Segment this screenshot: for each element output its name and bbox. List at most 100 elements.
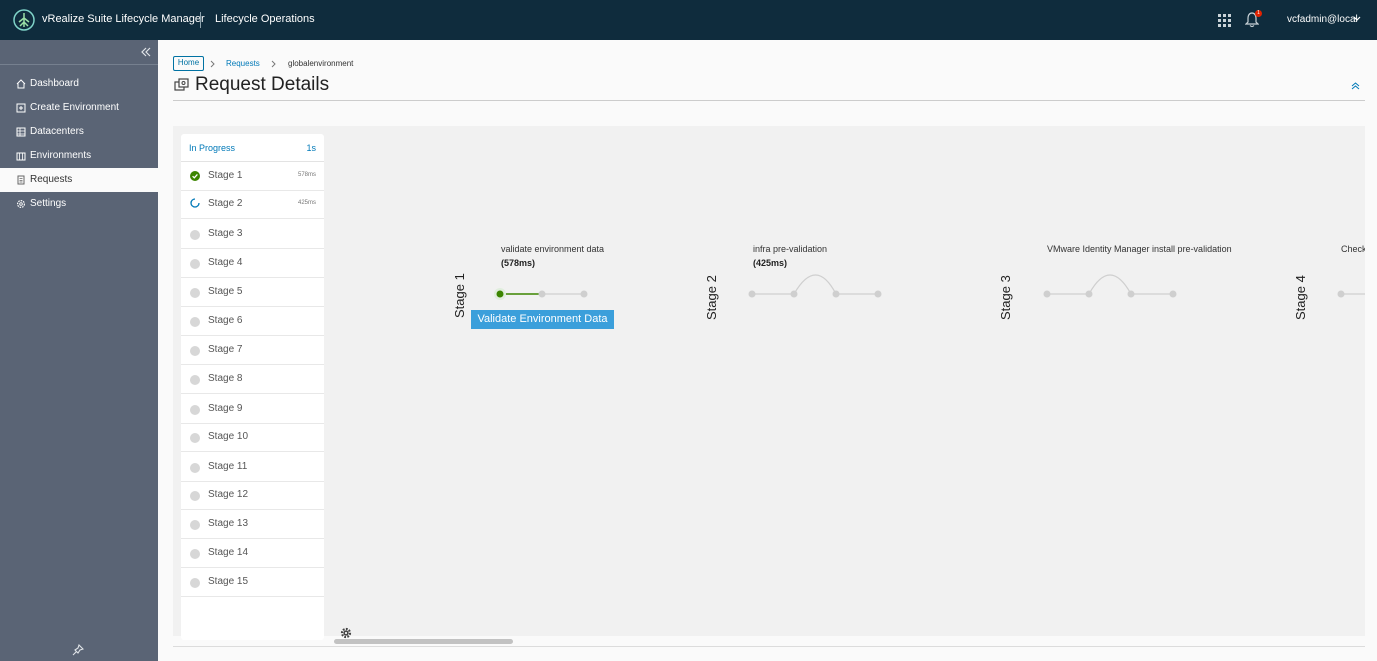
task-node[interactable] xyxy=(1337,290,1345,298)
chevron-right-icon xyxy=(210,60,215,68)
stage-list-header: In Progress 1s xyxy=(181,134,324,162)
gear-icon[interactable] xyxy=(340,627,352,639)
stage-name: Stage 10 xyxy=(208,431,249,442)
flow-connector xyxy=(793,274,837,295)
stage-name: Stage 13 xyxy=(208,518,249,529)
task-node[interactable] xyxy=(1169,290,1177,298)
sidebar-item-datacenters[interactable]: Datacenters xyxy=(0,120,158,144)
chevron-right-icon xyxy=(271,60,276,68)
horizontal-scrollbar[interactable] xyxy=(334,639,513,644)
pin-icon[interactable] xyxy=(72,644,84,656)
stage-name: Stage 11 xyxy=(208,461,248,472)
task-name: VMware Identity Manager install pre-vali… xyxy=(1047,244,1232,254)
stage-duration: 578ms xyxy=(297,172,316,178)
sidebar-item-label: Settings xyxy=(30,198,67,209)
pending-status-icon xyxy=(190,405,200,415)
stage-list-item[interactable]: Stage 13 xyxy=(181,510,324,539)
task-name: infra pre-validation xyxy=(753,244,828,254)
sidebar: Dashboard Create Environment Datacenters… xyxy=(0,40,158,661)
user-menu[interactable]: vcfadmin@local xyxy=(1287,14,1358,25)
pending-status-icon xyxy=(190,346,200,356)
task-duration: (578ms) xyxy=(501,258,536,268)
flow-stage-label: Stage 2 xyxy=(704,275,719,320)
stage-name: Stage 2 xyxy=(208,198,243,209)
stage-name: Stage 15 xyxy=(208,576,249,587)
sidebar-divider xyxy=(0,64,158,65)
task-node[interactable] xyxy=(580,290,588,298)
top-header: vRealize Suite Lifecycle Manager Lifecyc… xyxy=(0,0,1377,40)
stage-list-item[interactable]: Stage 3 xyxy=(181,220,324,249)
stage-list-item[interactable]: Stage 4 xyxy=(181,249,324,278)
task-node[interactable] xyxy=(790,290,798,298)
sidebar-item-label: Requests xyxy=(30,174,73,185)
stage-name: Stage 12 xyxy=(208,489,249,500)
stage-list-item[interactable]: Stage 6 xyxy=(181,307,324,336)
stage-list-item[interactable]: Stage 10 xyxy=(181,423,324,452)
task-node[interactable] xyxy=(1085,290,1093,298)
environment-icon xyxy=(16,152,26,161)
vrslcm-logo-icon[interactable] xyxy=(12,9,36,31)
flow-stage-label: Stage 3 xyxy=(998,275,1013,320)
task-tooltip: Validate Environment Data xyxy=(471,310,614,329)
requests-icon xyxy=(17,175,25,185)
stage-name: Stage 6 xyxy=(208,315,243,326)
stage-duration: 425ms xyxy=(297,200,316,206)
stage-list-item[interactable]: Stage 7 xyxy=(181,336,324,365)
task-node[interactable] xyxy=(1043,290,1051,298)
task-node[interactable] xyxy=(874,290,882,298)
breadcrumb-current: globalenvironment xyxy=(288,59,354,68)
stage-list-item[interactable]: Stage 1 578ms xyxy=(181,162,324,191)
stage-list-item[interactable]: Stage 12 xyxy=(181,481,324,510)
collapse-sidebar-icon[interactable] xyxy=(140,46,152,58)
sidebar-item-settings[interactable]: Settings xyxy=(0,192,158,216)
pending-status-icon xyxy=(190,491,200,501)
spinner-icon xyxy=(190,198,200,208)
task-node[interactable] xyxy=(1127,290,1135,298)
sidebar-item-requests[interactable]: Requests xyxy=(0,168,158,192)
task-node[interactable] xyxy=(748,290,756,298)
stage-list-item[interactable]: Stage 8 xyxy=(181,365,324,394)
breadcrumb-requests-link[interactable]: Requests xyxy=(226,59,260,68)
pending-status-icon xyxy=(190,433,200,443)
stage-list-item[interactable]: Stage 14 xyxy=(181,539,324,568)
page-title: Request Details xyxy=(195,74,330,95)
stage-list-item[interactable]: Stage 11 xyxy=(181,453,324,482)
notification-badge: 1 xyxy=(1255,10,1262,17)
home-icon xyxy=(16,79,26,89)
settings-icon xyxy=(16,199,26,209)
datacenter-icon xyxy=(16,127,26,137)
stage-name: Stage 8 xyxy=(208,373,243,384)
pending-status-icon xyxy=(190,578,200,588)
create-environment-icon xyxy=(16,103,26,113)
pending-status-icon xyxy=(190,375,200,385)
sidebar-item-label: Datacenters xyxy=(30,126,84,137)
pending-status-icon xyxy=(190,230,200,240)
pending-status-icon xyxy=(190,288,200,298)
section-title[interactable]: Lifecycle Operations xyxy=(215,13,315,25)
pending-status-icon xyxy=(190,549,200,559)
stage-name: Stage 9 xyxy=(208,403,243,414)
breadcrumb-home-link[interactable]: Home xyxy=(173,56,204,71)
stage-name: Stage 4 xyxy=(208,257,243,268)
stage-flow-diagram xyxy=(494,274,1365,300)
flow-stage-label: Stage 4 xyxy=(1293,275,1308,320)
stage-list-item[interactable]: Stage 2 425ms xyxy=(181,190,324,219)
task-node[interactable] xyxy=(538,290,546,298)
flow-stage-label: Stage 1 xyxy=(452,273,467,318)
stage-list-item[interactable]: Stage 5 xyxy=(181,278,324,307)
sidebar-item-dashboard[interactable]: Dashboard xyxy=(0,72,158,96)
sidebar-item-create-environment[interactable]: Create Environment xyxy=(0,96,158,120)
check-circle-icon xyxy=(190,171,200,181)
task-node[interactable] xyxy=(496,290,504,298)
stage-list-item[interactable]: Stage 9 xyxy=(181,395,324,424)
sidebar-item-environments[interactable]: Environments xyxy=(0,144,158,168)
stage-list: In Progress 1s Stage 1 578ms Stage 2 425ms S… xyxy=(181,134,324,640)
task-node[interactable] xyxy=(832,290,840,298)
chevron-down-icon[interactable] xyxy=(1353,16,1361,22)
collapse-up-icon[interactable] xyxy=(1351,81,1360,90)
task-duration: (425ms) xyxy=(753,258,788,268)
sidebar-item-label: Dashboard xyxy=(30,78,79,89)
app-switcher-icon[interactable] xyxy=(1218,14,1231,27)
stage-list-item[interactable]: Stage 15 xyxy=(181,568,324,597)
header-divider xyxy=(200,12,201,28)
